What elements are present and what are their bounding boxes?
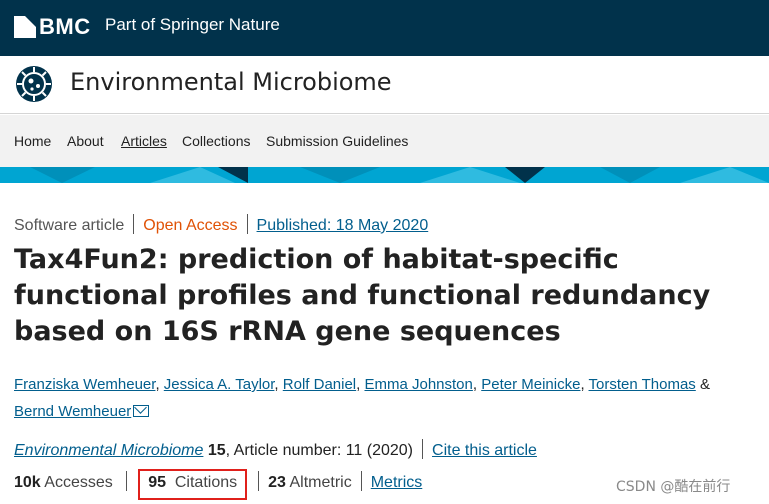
citation-line: Environmental Microbiome 15, Article num… [14, 439, 537, 460]
article-type: Software article [14, 217, 125, 234]
journal-logo-icon[interactable] [14, 64, 54, 104]
author-separator: , [356, 376, 361, 393]
watermark: CSDN @酷在前行 [616, 479, 731, 495]
altmetric-label: Altmetric [289, 474, 352, 491]
article-meta: Software article Open Access Published: 18… [14, 214, 428, 235]
accesses-label: Accesses [44, 474, 113, 491]
journal-header: Environmental Microbiome [0, 56, 769, 114]
article-title: Tax4Fun2: prediction of habitat-specific… [14, 244, 711, 347]
decorative-band [0, 167, 769, 183]
journal-nav: Home About Articles Collections Submissi… [0, 115, 769, 167]
citations-highlight[interactable]: 95 Citations [138, 469, 248, 500]
volume: 15 [207, 442, 226, 459]
author-link[interactable]: Rolf Daniel [283, 376, 356, 393]
altmetric-value: 23 [268, 474, 286, 491]
divider [422, 439, 424, 459]
nav-item-submission-guidelines[interactable]: Submission Guidelines [266, 133, 408, 149]
published-date-link[interactable]: Published: 18 May 2020 [257, 217, 429, 234]
nav-item-articles[interactable]: Articles [121, 133, 167, 149]
band-pattern [30, 167, 769, 183]
author-link[interactable]: Emma Johnston [364, 376, 472, 393]
bmc-logo-text: BMC [39, 14, 91, 39]
author-link[interactable]: Torsten Thomas [589, 376, 696, 393]
divider [126, 471, 128, 491]
bmc-logo-icon [14, 16, 36, 38]
author-link[interactable]: Jessica A. Taylor [164, 376, 275, 393]
divider [133, 214, 135, 234]
nav-item-about[interactable]: About [67, 133, 104, 149]
metrics-line: 10k Accesses 95 Citations 23 Altmetric Met… [14, 469, 422, 500]
author-separator: , [155, 376, 160, 393]
author-link[interactable]: Bernd Wemheuer [14, 403, 131, 420]
divider [360, 471, 362, 491]
open-access-badge: Open Access [143, 217, 238, 234]
nav-item-home[interactable]: Home [14, 133, 51, 149]
email-icon[interactable] [133, 405, 150, 417]
journal-title[interactable]: Environmental Microbiome [70, 68, 392, 96]
author-separator: , [472, 376, 478, 393]
author-link[interactable]: Peter Meinicke [481, 376, 580, 393]
author-separator: , [274, 376, 279, 393]
accesses-value: 10k [14, 474, 41, 491]
bmc-logo[interactable]: BMC [14, 14, 91, 40]
publisher-subtitle[interactable]: Part of Springer Nature [105, 15, 280, 35]
divider [258, 471, 260, 491]
publisher-bar: BMC Part of Springer Nature [0, 0, 769, 56]
divider [246, 214, 248, 234]
citations-label: Citations [174, 474, 238, 491]
journal-name-link[interactable]: Environmental Microbiome [14, 442, 203, 459]
author-separator-and: & [699, 376, 710, 393]
author-separator: , [580, 376, 585, 393]
author-list: Franziska Wemheuer, Jessica A. Taylor, R… [14, 371, 754, 425]
cite-this-article-link[interactable]: Cite this article [432, 442, 537, 459]
author-link[interactable]: Franziska Wemheuer [14, 376, 155, 393]
article-number: , Article number: 11 (2020) [225, 442, 414, 459]
citations-value: 95 [148, 474, 166, 491]
nav-item-collections[interactable]: Collections [182, 133, 250, 149]
metrics-link[interactable]: Metrics [371, 474, 423, 491]
